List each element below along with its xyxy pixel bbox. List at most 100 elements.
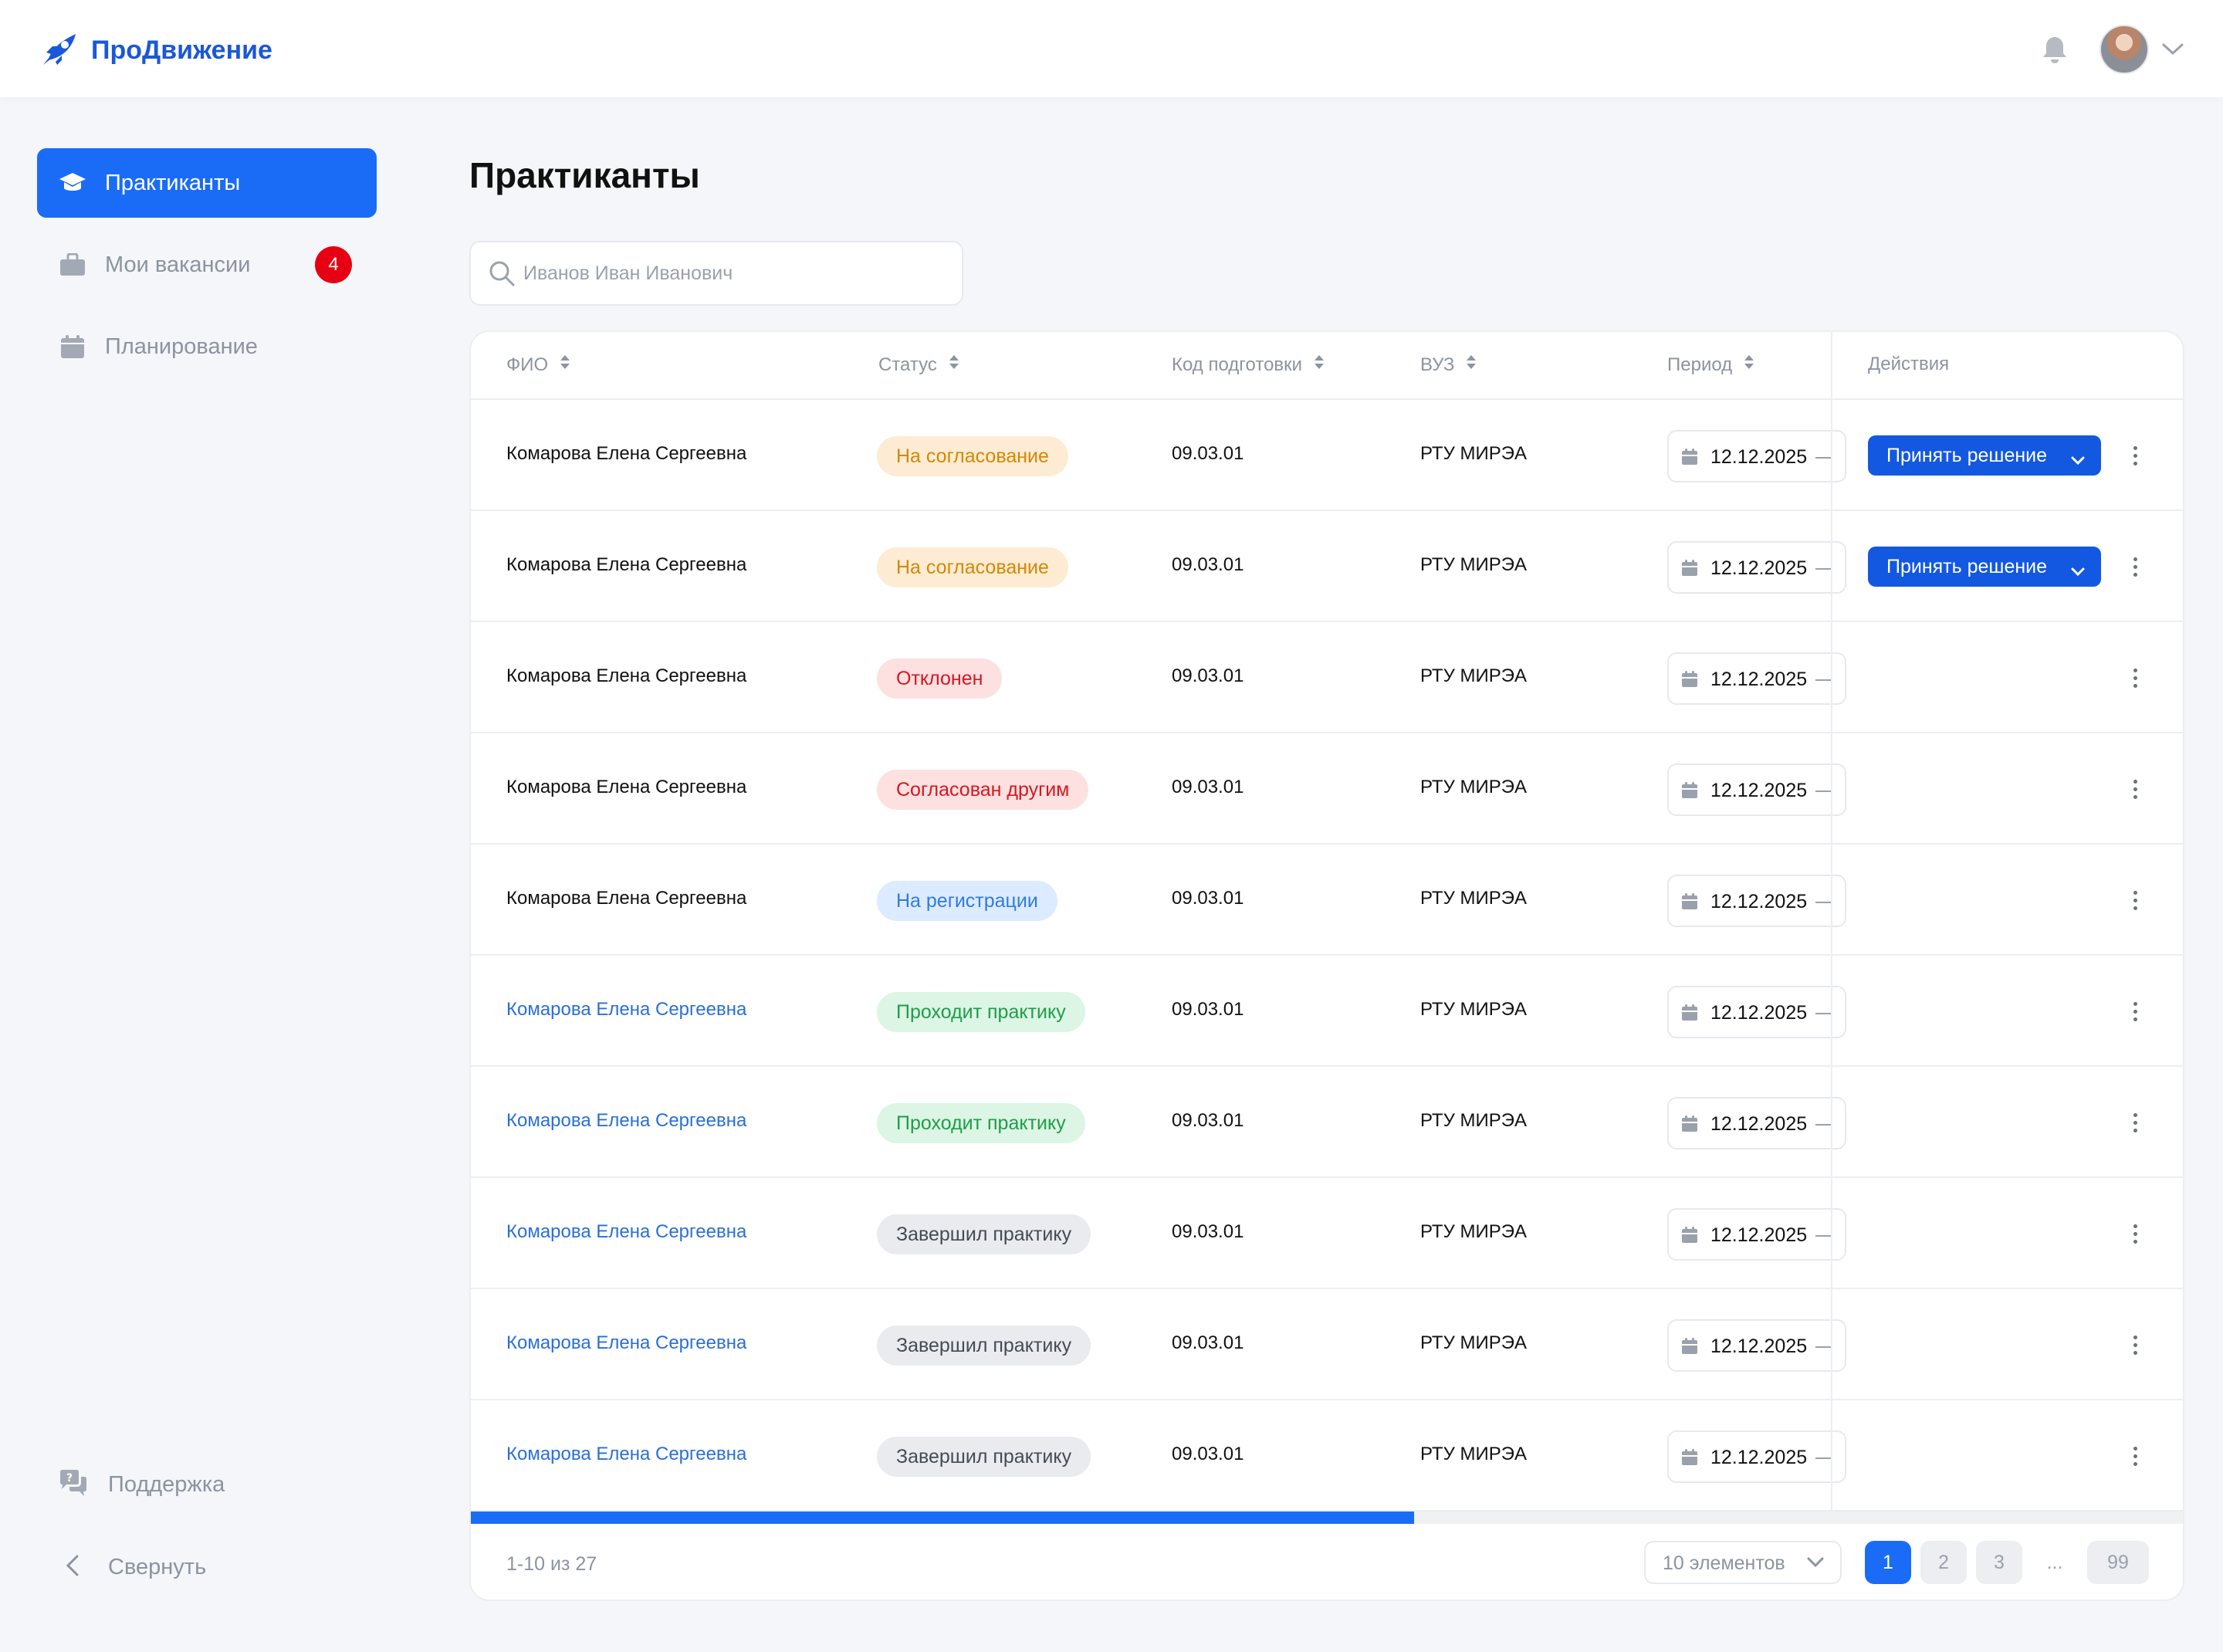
- chevron-left-icon: [59, 1552, 88, 1583]
- period-field[interactable]: 12.12.2025: [1667, 1430, 1846, 1483]
- sidebar-item-label: Планирование: [105, 333, 258, 359]
- period-field[interactable]: 12.12.2025: [1667, 1097, 1846, 1149]
- column-header-period[interactable]: Период: [1667, 354, 1755, 376]
- make-decision-button[interactable]: Принять решение: [1868, 435, 2101, 476]
- more-actions-icon[interactable]: [2121, 997, 2149, 1025]
- period-separator: [1815, 457, 1832, 459]
- calendar-icon: [1681, 1227, 1698, 1247]
- more-actions-icon[interactable]: [2121, 553, 2149, 581]
- more-actions-icon[interactable]: [2121, 1331, 2149, 1359]
- period-separator: [1815, 1013, 1832, 1014]
- notification-bell-icon[interactable]: [2041, 35, 2069, 68]
- sidebar-collapse[interactable]: Свернуть: [59, 1552, 206, 1583]
- more-actions-icon[interactable]: [2121, 1220, 2149, 1247]
- university: РТУ МИРЭА: [1420, 665, 1528, 686]
- pagination-range: 1-10 из 27: [506, 1553, 597, 1575]
- collapse-label: Свернуть: [108, 1555, 207, 1579]
- period-start-date: 12.12.2025: [1710, 1447, 1808, 1468]
- page-button-2[interactable]: 2: [1920, 1541, 1967, 1584]
- period-start-date: 12.12.2025: [1710, 1335, 1808, 1357]
- period-field[interactable]: 12.12.2025: [1667, 763, 1846, 816]
- calendar-icon: [1681, 782, 1698, 803]
- intern-name-link[interactable]: Комарова Елена Сергеевна: [506, 1332, 746, 1354]
- intern-name: Комарова Елена Сергеевна: [506, 554, 747, 575]
- chevron-down-icon: [1806, 1556, 1825, 1572]
- status-badge: На согласование: [877, 547, 1068, 587]
- table-row: Комарова Елена Сергеевна На регистрации 09…: [471, 845, 2183, 956]
- period-field[interactable]: 12.12.2025: [1667, 1319, 1846, 1372]
- column-header-name[interactable]: ФИО: [506, 354, 571, 376]
- status-badge: На регистрации: [877, 881, 1057, 921]
- calendar-icon: [1681, 1449, 1698, 1470]
- university: РТУ МИРЭА: [1420, 1332, 1528, 1353]
- rocket-logo-icon: [40, 29, 79, 72]
- training-code: 09.03.01: [1172, 888, 1244, 909]
- search-input[interactable]: [523, 256, 940, 290]
- more-actions-icon[interactable]: [2121, 1109, 2149, 1136]
- page-size-select[interactable]: 10 элементов: [1644, 1541, 1842, 1584]
- column-header-code[interactable]: Код подготовки: [1172, 354, 1325, 376]
- period-start-date: 12.12.2025: [1710, 1224, 1808, 1246]
- period-separator: [1815, 1346, 1832, 1348]
- more-actions-icon[interactable]: [2121, 886, 2149, 914]
- actions-column-divider: [1831, 332, 1832, 1524]
- university: РТУ МИРЭА: [1420, 443, 1528, 464]
- intern-name-link[interactable]: Комарова Елена Сергеевна: [506, 1110, 746, 1132]
- search-box[interactable]: [469, 241, 963, 306]
- page-title: Практиканты: [469, 155, 700, 195]
- calendar-icon: [59, 333, 86, 361]
- make-decision-button[interactable]: Принять решение: [1868, 547, 2101, 587]
- status-badge: Завершил практику: [877, 1437, 1091, 1477]
- more-actions-icon[interactable]: [2121, 442, 2149, 469]
- interns-table: ФИО Статус Код подготовки ВУЗ Период Дей…: [469, 330, 2184, 1601]
- intern-name: Комарова Елена Сергеевна: [506, 665, 747, 686]
- calendar-icon: [1681, 1115, 1698, 1136]
- sidebar-item-planning[interactable]: Планирование: [37, 312, 377, 381]
- scrollbar-thumb[interactable]: [471, 1512, 1414, 1524]
- sort-icon[interactable]: [559, 354, 571, 376]
- period-field[interactable]: 12.12.2025: [1667, 875, 1846, 927]
- page-button-1[interactable]: 1: [1865, 1541, 1911, 1584]
- calendar-icon: [1681, 671, 1698, 692]
- column-header-status[interactable]: Статус: [878, 354, 960, 376]
- sort-icon[interactable]: [948, 354, 960, 376]
- calendar-icon: [1681, 1004, 1698, 1025]
- period-field[interactable]: 12.12.2025: [1667, 1208, 1846, 1261]
- period-field[interactable]: 12.12.2025: [1667, 541, 1846, 594]
- sort-icon[interactable]: [1313, 354, 1325, 376]
- intern-name: Комарова Елена Сергеевна: [506, 888, 747, 909]
- sort-icon[interactable]: [1465, 354, 1477, 376]
- support-chat-icon: ?: [59, 1469, 88, 1501]
- sidebar-item-my-vacancies[interactable]: Мои вакансии 4: [37, 230, 377, 300]
- page-button-3[interactable]: 3: [1976, 1541, 2022, 1584]
- sort-icon[interactable]: [1743, 354, 1755, 376]
- period-separator: [1815, 1235, 1832, 1237]
- column-header-university[interactable]: ВУЗ: [1420, 354, 1477, 376]
- status-badge: Проходит практику: [877, 1103, 1085, 1143]
- table-row: Комарова Елена Сергеевна Согласован други…: [471, 733, 2183, 845]
- table-row: Комарова Елена Сергеевна Завершил практик…: [471, 1289, 2183, 1400]
- sidebar-support[interactable]: ? Поддержка: [59, 1469, 225, 1501]
- intern-name-link[interactable]: Комарова Елена Сергеевна: [506, 1444, 746, 1465]
- more-actions-icon[interactable]: [2121, 664, 2149, 692]
- period-field[interactable]: 12.12.2025: [1667, 430, 1846, 482]
- period-field[interactable]: 12.12.2025: [1667, 652, 1846, 705]
- horizontal-scrollbar[interactable]: [471, 1512, 2183, 1524]
- support-label: Поддержка: [108, 1472, 225, 1497]
- user-avatar[interactable]: [2100, 25, 2149, 74]
- page-button-99[interactable]: 99: [2087, 1541, 2149, 1584]
- intern-name-link[interactable]: Комарова Елена Сергеевна: [506, 999, 746, 1021]
- more-actions-icon[interactable]: [2121, 775, 2149, 803]
- university: РТУ МИРЭА: [1420, 999, 1528, 1020]
- chevron-down-icon[interactable]: [2161, 42, 2184, 61]
- intern-name-link[interactable]: Комарова Елена Сергеевна: [506, 1221, 746, 1243]
- status-badge: Завершил практику: [877, 1325, 1091, 1366]
- brand-logo[interactable]: ПроДвижение: [40, 29, 272, 72]
- training-code: 09.03.01: [1172, 665, 1244, 686]
- calendar-icon: [1681, 893, 1698, 914]
- period-start-date: 12.12.2025: [1710, 669, 1808, 690]
- period-field[interactable]: 12.12.2025: [1667, 986, 1846, 1038]
- sidebar-item-interns[interactable]: Практиканты: [37, 148, 377, 218]
- more-actions-icon[interactable]: [2121, 1442, 2149, 1470]
- status-badge: Отклонен: [877, 658, 1003, 699]
